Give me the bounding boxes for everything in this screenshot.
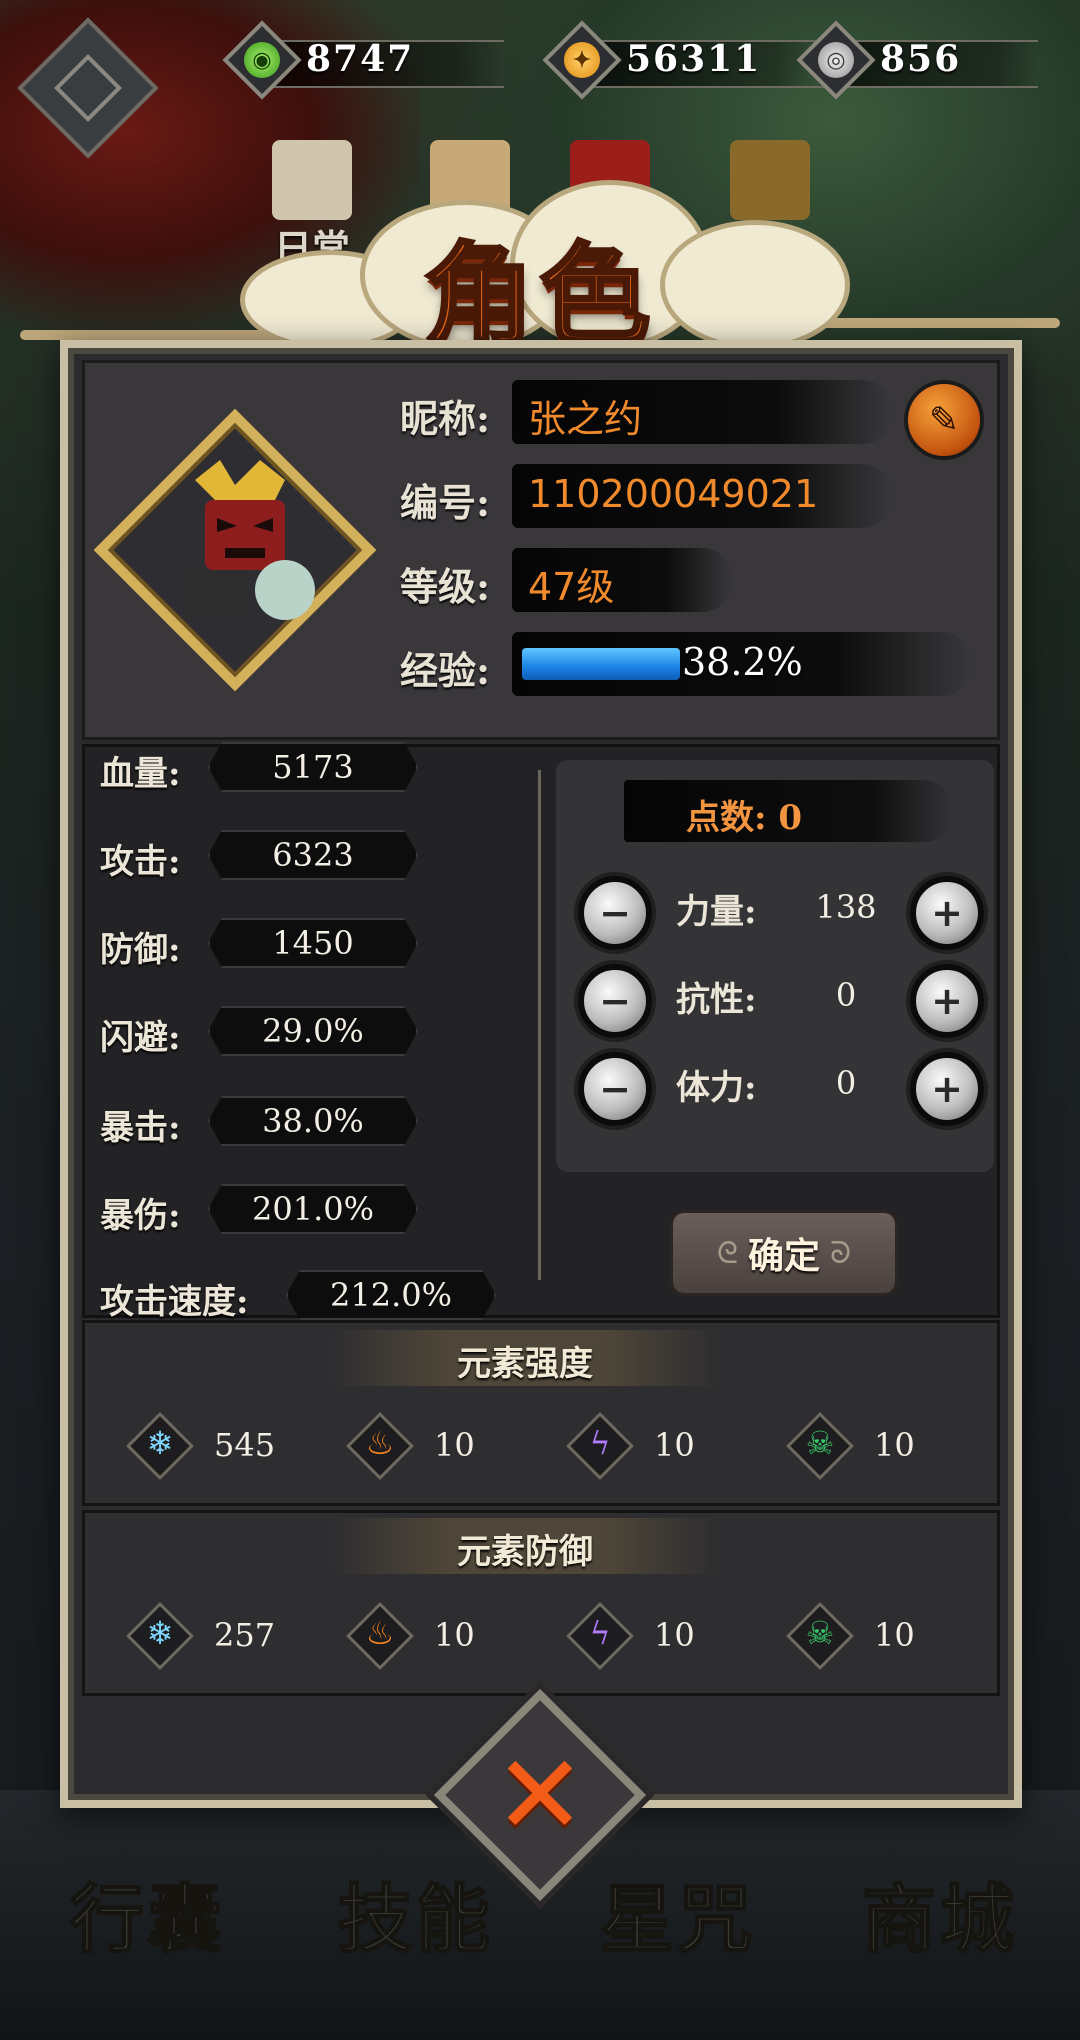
gold-coin-icon: ✦: [564, 42, 600, 78]
stamina-label: 体力:: [676, 1068, 757, 1108]
fire-icon: ♨: [346, 1412, 414, 1480]
stat-value: 6323: [272, 836, 354, 874]
strength-minus-button[interactable]: −: [578, 876, 652, 950]
strength-label: 力量:: [676, 892, 757, 932]
element-defense-title: 元素防御: [457, 1532, 593, 1572]
stat-value: 5173: [272, 748, 354, 786]
stat-label: 暴伤:: [100, 1196, 181, 1236]
plus-icon: +: [931, 979, 963, 1023]
nav-star-curse[interactable]: 星咒: [599, 1860, 756, 1967]
fire-icon: ♨: [346, 1602, 414, 1670]
resistance-value: 0: [835, 976, 857, 1014]
poison-defense-value: 10: [874, 1616, 915, 1654]
currency-gold-value: 56311: [626, 38, 762, 80]
currency-silver-value: 856: [880, 38, 962, 80]
brush-icon: ✎: [928, 399, 960, 441]
stat-value: 201.0%: [251, 1190, 374, 1228]
ice-strength-value: 545: [214, 1426, 276, 1464]
currency-gold: ✦ 56311: [542, 20, 824, 100]
lightning-strength-value: 10: [654, 1426, 695, 1464]
green-drop-icon: ◉: [244, 42, 280, 78]
poison-skull-icon: ☠: [786, 1412, 854, 1480]
exp-progress-bar: [522, 648, 680, 680]
stat-label: 攻击速度:: [100, 1282, 249, 1322]
silver-swirl-icon: ◎: [818, 42, 854, 78]
poison-skull-icon: ☠: [786, 1602, 854, 1670]
resistance-label: 抗性:: [676, 980, 757, 1020]
id-value: 110200049021: [528, 472, 819, 516]
exp-percent: 38.2%: [682, 640, 803, 684]
id-label: 编号:: [400, 480, 491, 525]
stamina-plus-button[interactable]: +: [910, 1052, 984, 1126]
poison-strength-value: 10: [874, 1426, 915, 1464]
edit-nickname-button[interactable]: ✎: [904, 380, 984, 460]
nickname-label: 昵称:: [400, 396, 491, 441]
cloud-swirl-icon: ᘐ: [830, 1235, 852, 1271]
stamina-value: 0: [835, 1064, 857, 1102]
ice-icon: ❄: [126, 1602, 194, 1670]
minus-icon: −: [599, 979, 631, 1023]
strength-value: 138: [815, 888, 877, 926]
level-label: 等级:: [400, 564, 491, 609]
stat-label: 血量:: [100, 754, 181, 794]
stat-value: 38.0%: [262, 1102, 364, 1140]
confirm-button[interactable]: ᘓ 确定 ᘐ: [670, 1210, 898, 1296]
minus-icon: −: [599, 1067, 631, 1111]
stat-label: 闪避:: [100, 1018, 181, 1058]
stat-value: 212.0%: [329, 1276, 452, 1314]
exp-label: 经验:: [400, 648, 491, 693]
stat-label: 攻击:: [100, 842, 181, 882]
currency-silver: ◎ 856: [796, 20, 1078, 100]
nickname-value: 张之约: [528, 397, 643, 441]
nav-shop[interactable]: 商城: [861, 1860, 1018, 1967]
lightning-defense-value: 10: [654, 1616, 695, 1654]
lightning-icon: ϟ: [566, 1602, 634, 1670]
resistance-minus-button[interactable]: −: [578, 964, 652, 1038]
ice-icon: ❄: [126, 1412, 194, 1480]
stat-label: 防御:: [100, 930, 181, 970]
points-remaining: 点数: 0: [686, 798, 803, 838]
nav-skills[interactable]: 技能: [337, 1860, 494, 1967]
plus-icon: +: [931, 1067, 963, 1111]
avatar: [185, 460, 315, 620]
stat-label: 暴击:: [100, 1108, 181, 1148]
stat-value: 29.0%: [262, 1012, 364, 1050]
ice-defense-value: 257: [214, 1616, 276, 1654]
fire-strength-value: 10: [434, 1426, 475, 1464]
strength-plus-button[interactable]: +: [910, 876, 984, 950]
nav-bag[interactable]: 行囊: [69, 1860, 226, 1967]
confirm-label: 确定: [747, 1235, 820, 1277]
fire-defense-value: 10: [434, 1616, 475, 1654]
element-strength-title: 元素强度: [457, 1344, 593, 1384]
close-icon: ✕: [493, 1731, 587, 1859]
cloud-swirl-icon: ᘓ: [716, 1235, 738, 1271]
currency-green-value: 8747: [306, 38, 415, 80]
currency-green: ◉ 8747: [222, 20, 504, 100]
minus-icon: −: [599, 891, 631, 935]
level-value: 47级: [528, 565, 615, 609]
lightning-icon: ϟ: [566, 1412, 634, 1480]
resistance-plus-button[interactable]: +: [910, 964, 984, 1038]
plus-icon: +: [931, 891, 963, 935]
stat-value: 1450: [272, 924, 354, 962]
stamina-minus-button[interactable]: −: [578, 1052, 652, 1126]
stats-divider: [538, 770, 541, 1280]
